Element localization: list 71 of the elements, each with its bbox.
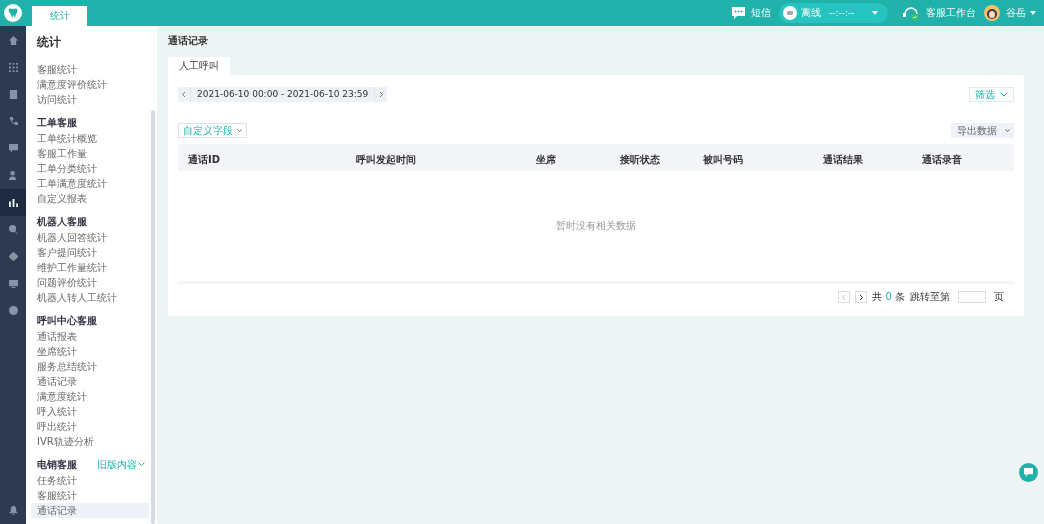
chat-icon bbox=[8, 144, 18, 153]
column-header: 呼叫发起时间 bbox=[356, 154, 416, 165]
sidebar-item[interactable]: 通话记录 bbox=[31, 374, 149, 389]
sidebar-item[interactable]: 机器人回答统计 bbox=[31, 230, 149, 245]
sidebar-item[interactable]: 通话记录 bbox=[31, 503, 149, 518]
chevron-down-icon bbox=[1000, 92, 1008, 97]
home-icon bbox=[8, 36, 18, 45]
sidebar-item[interactable]: 工单分类统计 bbox=[31, 161, 149, 176]
sidebar-item[interactable]: IVR轨迹分析 bbox=[31, 434, 149, 449]
bell-icon[interactable] bbox=[8, 506, 18, 515]
column-header: 被叫号码 bbox=[703, 154, 743, 165]
group-heading: 工单客服 bbox=[37, 115, 77, 130]
caret-icon bbox=[1005, 129, 1010, 132]
sidebar-item[interactable]: 问题评价统计 bbox=[31, 275, 149, 290]
chevron-down-icon bbox=[138, 462, 145, 467]
page-title: 通话记录 bbox=[168, 34, 209, 48]
search-icon bbox=[8, 225, 18, 234]
sidebar-item[interactable]: 任务统计 bbox=[31, 473, 149, 488]
group-heading: 呼叫中心客服 bbox=[37, 313, 97, 328]
sidebar-item[interactable]: 自定义报表 bbox=[31, 191, 149, 206]
column-header: 坐席 bbox=[536, 154, 556, 165]
sidebar-item[interactable]: 通话报表 bbox=[31, 329, 149, 344]
page-number-field[interactable] bbox=[958, 291, 986, 303]
chat-float-button[interactable] bbox=[1019, 463, 1038, 482]
chat-bubble-icon[interactable] bbox=[732, 7, 745, 19]
jump-label: 跳转至第 bbox=[910, 290, 950, 304]
avatar-icon bbox=[984, 5, 1000, 21]
export-data-dropdown[interactable]: 导出数据 bbox=[951, 123, 1014, 138]
sidebar-item[interactable]: 呼入统计 bbox=[31, 404, 149, 419]
sidebar-item[interactable]: 坐席统计 bbox=[31, 344, 149, 359]
next-page-button[interactable] bbox=[855, 291, 868, 303]
sidebar-item[interactable]: 机器人转人工统计 bbox=[31, 290, 149, 305]
sidebar-item[interactable]: 客服工作量 bbox=[31, 146, 149, 161]
sidebar-item[interactable]: 工单统计概览 bbox=[31, 131, 149, 146]
sidebar-item[interactable]: 满意度评价统计 bbox=[31, 77, 149, 92]
column-header: 通话录音 bbox=[922, 154, 962, 165]
tv-icon bbox=[8, 279, 18, 288]
scrollbar[interactable] bbox=[151, 110, 155, 524]
sidebar-item[interactable]: 客服统计 bbox=[31, 62, 149, 77]
sidebar-item[interactable]: 客服统计 bbox=[31, 488, 149, 503]
sidebar-item[interactable]: 服务总结统计 bbox=[31, 359, 149, 374]
grid-icon bbox=[8, 63, 18, 72]
sidebar-item[interactable]: 呼出统计 bbox=[31, 419, 149, 434]
sidebar-item[interactable]: 客户提问统计 bbox=[31, 245, 149, 260]
group-heading: 电销客服 bbox=[37, 457, 77, 472]
sidebar-item[interactable]: 访问统计 bbox=[31, 92, 149, 107]
empty-message: 暂时没有相关数据 bbox=[556, 219, 636, 233]
user-icon bbox=[8, 171, 18, 180]
headset-icon[interactable] bbox=[902, 5, 920, 21]
sidebar-item[interactable]: 满意度统计 bbox=[31, 389, 149, 404]
chart-icon bbox=[8, 198, 18, 207]
chevron-left-icon bbox=[841, 293, 848, 301]
column-header: 接听状态 bbox=[620, 154, 660, 165]
group-heading: 机器人客服 bbox=[37, 214, 87, 229]
column-header: 通话结果 bbox=[823, 154, 863, 165]
tab[interactable]: 人工呼叫 bbox=[168, 57, 230, 75]
sidebar-item[interactable]: 工单满意度统计 bbox=[31, 176, 149, 191]
total-count: 共 0 条 bbox=[872, 290, 905, 304]
caret-icon[interactable] bbox=[1030, 11, 1036, 15]
sidebar-title: 统计 bbox=[36, 34, 62, 51]
circle-icon bbox=[8, 306, 18, 315]
caret-icon bbox=[237, 129, 242, 132]
doc-icon bbox=[8, 90, 18, 99]
column-header: 通话ID bbox=[188, 154, 221, 165]
tooth-logo-icon bbox=[4, 4, 22, 22]
caret-icon bbox=[872, 11, 878, 15]
date-range-picker[interactable]: 2021-06-10 00:00 - 2021-06-10 23:59 bbox=[178, 87, 388, 102]
sidebar-item[interactable]: 维护工作量统计 bbox=[31, 260, 149, 275]
chat-icon bbox=[1024, 468, 1033, 477]
page-label: 页 bbox=[994, 290, 1004, 304]
chevron-right-icon bbox=[858, 293, 865, 301]
